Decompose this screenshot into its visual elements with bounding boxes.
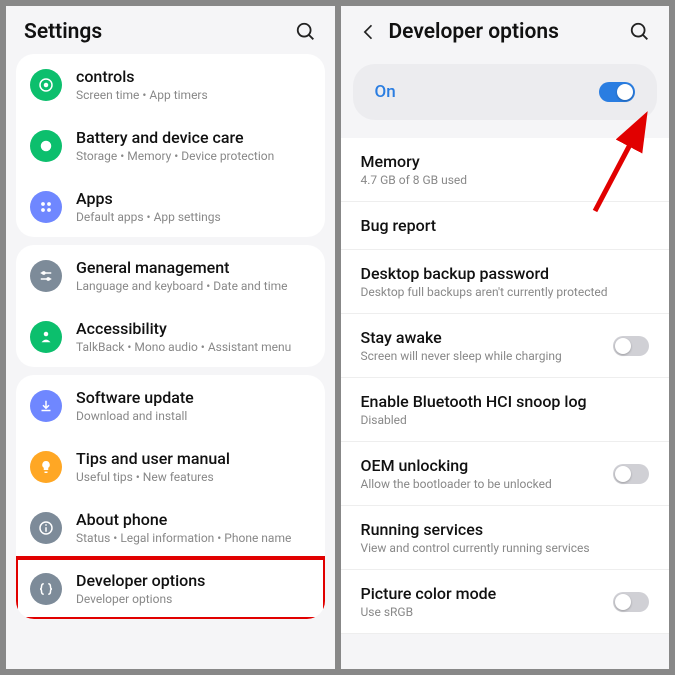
- devopt-label: Enable Bluetooth HCI snoop log: [361, 392, 650, 411]
- devopt-row[interactable]: Running services View and control current…: [341, 506, 670, 570]
- setting-sub: Default apps • App settings: [76, 210, 221, 224]
- setting-row-battery[interactable]: Battery and device care Storage • Memory …: [16, 115, 325, 176]
- setting-row-person[interactable]: Accessibility TalkBack • Mono audio • Ass…: [16, 306, 325, 367]
- devopt-label: Stay awake: [361, 328, 614, 347]
- setting-label: Software update: [76, 388, 194, 407]
- search-icon[interactable]: [295, 21, 317, 43]
- setting-sub: Language and keyboard • Date and time: [76, 279, 288, 293]
- developer-options-master-toggle-row[interactable]: On: [353, 64, 658, 120]
- search-icon[interactable]: [629, 21, 651, 43]
- devopts-header: Developer options: [341, 6, 670, 54]
- devopt-label: Memory: [361, 152, 650, 171]
- toggle[interactable]: [613, 464, 649, 484]
- setting-label: About phone: [76, 510, 291, 529]
- setting-row-sliders[interactable]: General management Language and keyboard …: [16, 245, 325, 306]
- controls-icon: [30, 69, 62, 101]
- person-icon: [30, 321, 62, 353]
- setting-label: controls: [76, 67, 208, 86]
- braces-icon: [30, 573, 62, 605]
- devopt-row[interactable]: OEM unlocking Allow the bootloader to be …: [341, 442, 670, 506]
- devopt-row[interactable]: Memory 4.7 GB of 8 GB used: [341, 138, 670, 202]
- setting-sub: Useful tips • New features: [76, 470, 230, 484]
- battery-icon: [30, 130, 62, 162]
- setting-sub: Storage • Memory • Device protection: [76, 149, 274, 163]
- settings-panel: Settings controls Screen time • App timer…: [6, 6, 335, 669]
- setting-sub: Status • Legal information • Phone name: [76, 531, 291, 545]
- setting-label: Developer options: [76, 571, 205, 590]
- setting-label: Accessibility: [76, 319, 291, 338]
- settings-group-3: Software update Download and install Tips …: [16, 375, 325, 619]
- devopt-label: Picture color mode: [361, 584, 614, 603]
- devopt-sub: Disabled: [361, 413, 650, 427]
- page-title: Settings: [24, 20, 285, 44]
- setting-label: Apps: [76, 189, 221, 208]
- setting-row-braces[interactable]: Developer options Developer options: [16, 558, 325, 619]
- setting-row-download[interactable]: Software update Download and install: [16, 375, 325, 436]
- setting-label: Battery and device care: [76, 128, 274, 147]
- master-toggle[interactable]: [599, 82, 635, 102]
- devopt-sub: 4.7 GB of 8 GB used: [361, 173, 650, 187]
- toggle[interactable]: [613, 592, 649, 612]
- apps-icon: [30, 191, 62, 223]
- toggle[interactable]: [613, 336, 649, 356]
- devopt-label: Desktop backup password: [361, 264, 650, 283]
- setting-sub: TalkBack • Mono audio • Assistant menu: [76, 340, 291, 354]
- devopt-row[interactable]: Enable Bluetooth HCI snoop log Disabled: [341, 378, 670, 442]
- setting-row-apps[interactable]: Apps Default apps • App settings: [16, 176, 325, 237]
- info-icon: [30, 512, 62, 544]
- setting-row-controls[interactable]: controls Screen time • App timers: [16, 54, 325, 115]
- setting-row-info[interactable]: About phone Status • Legal information • …: [16, 497, 325, 558]
- devopt-label: Running services: [361, 520, 650, 539]
- setting-row-bulb[interactable]: Tips and user manual Useful tips • New fe…: [16, 436, 325, 497]
- devopt-row[interactable]: Stay awake Screen will never sleep while …: [341, 314, 670, 378]
- setting-label: Tips and user manual: [76, 449, 230, 468]
- devopt-sub: Allow the bootloader to be unlocked: [361, 477, 614, 491]
- master-toggle-label: On: [375, 82, 600, 102]
- devopt-row[interactable]: Desktop backup password Desktop full back…: [341, 250, 670, 314]
- devopt-row[interactable]: Bug report: [341, 202, 670, 250]
- devopt-sub: Use sRGB: [361, 605, 614, 619]
- devopt-row[interactable]: Picture color mode Use sRGB: [341, 570, 670, 634]
- bulb-icon: [30, 451, 62, 483]
- settings-group-2: General management Language and keyboard …: [16, 245, 325, 367]
- devopt-sub: Screen will never sleep while charging: [361, 349, 614, 363]
- settings-group-1: controls Screen time • App timers Battery …: [16, 54, 325, 237]
- devopt-label: OEM unlocking: [361, 456, 614, 475]
- setting-label: General management: [76, 258, 288, 277]
- back-icon[interactable]: [359, 22, 379, 42]
- devopt-label: Bug report: [361, 216, 650, 235]
- developer-options-panel: Developer options On Memory 4.7 GB of 8 G…: [341, 6, 670, 669]
- devopt-sub: View and control currently running servi…: [361, 541, 650, 555]
- download-icon: [30, 390, 62, 422]
- setting-sub: Developer options: [76, 592, 205, 606]
- developer-options-list: Memory 4.7 GB of 8 GB used Bug report Deskt…: [341, 138, 670, 634]
- sliders-icon: [30, 260, 62, 292]
- setting-sub: Download and install: [76, 409, 194, 423]
- settings-header: Settings: [6, 6, 335, 54]
- devopt-sub: Desktop full backups aren't currently pr…: [361, 285, 650, 299]
- setting-sub: Screen time • App timers: [76, 88, 208, 102]
- page-title: Developer options: [389, 20, 620, 44]
